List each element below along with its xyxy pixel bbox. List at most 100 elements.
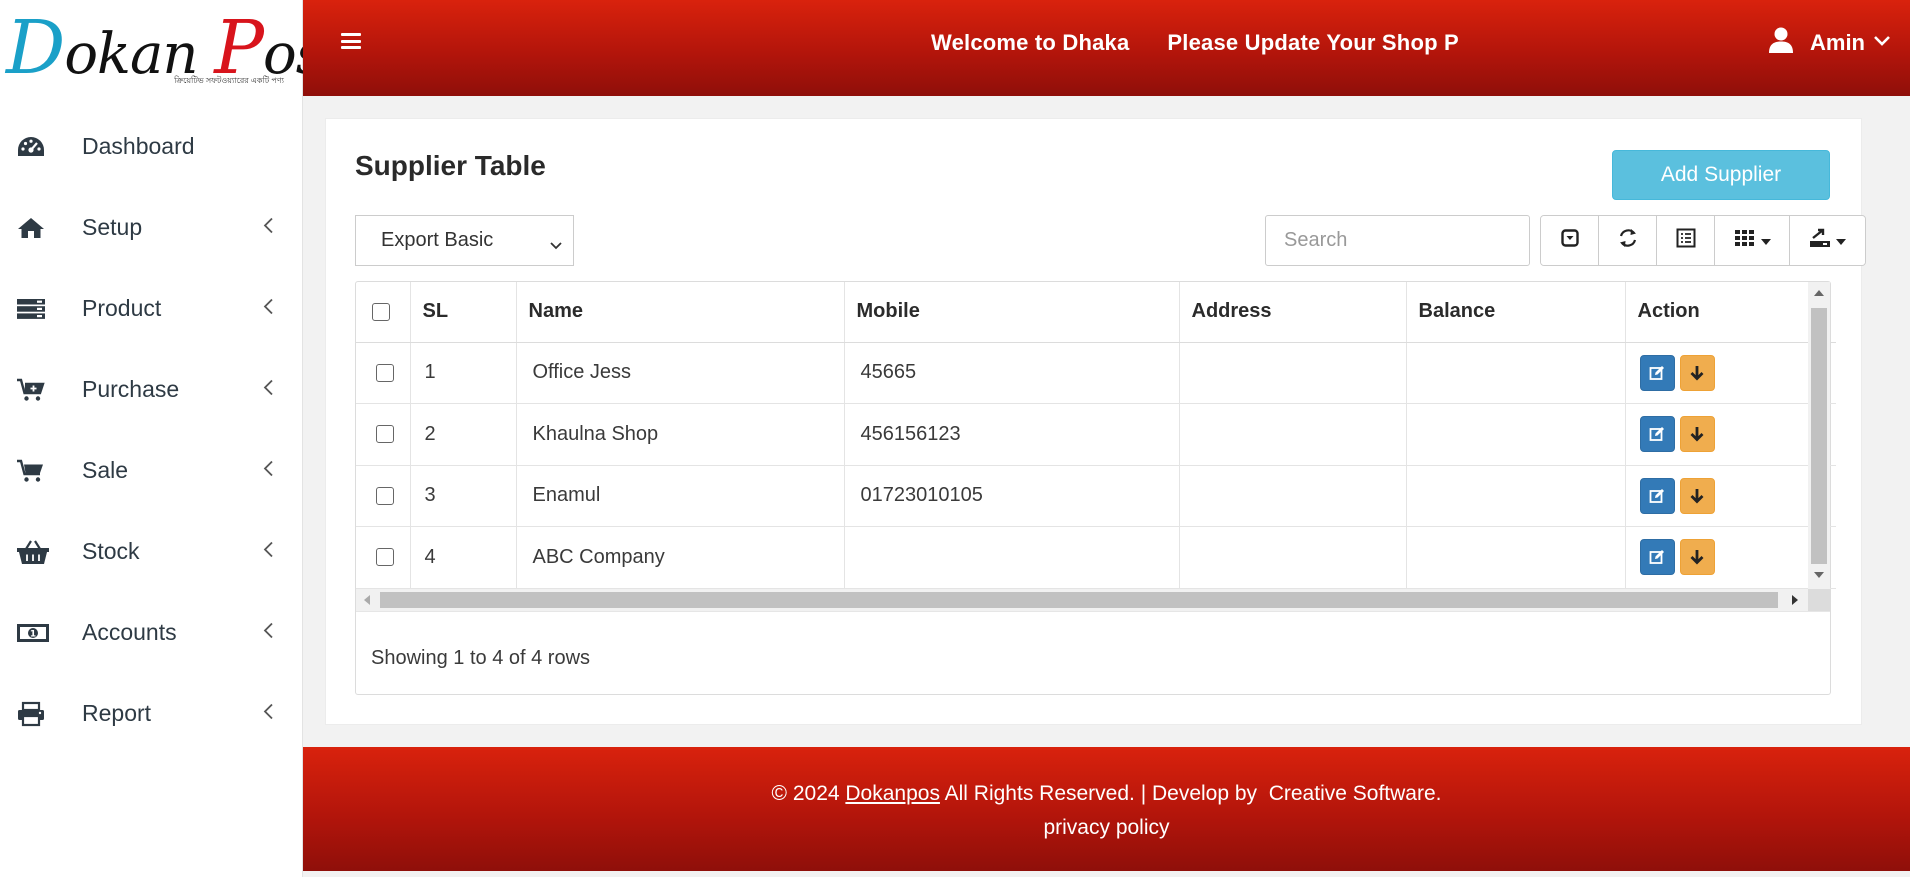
cell-action bbox=[1625, 526, 1836, 589]
chevron-left-icon bbox=[262, 378, 274, 401]
scroll-left-arrow-icon[interactable] bbox=[364, 595, 370, 605]
edit-button[interactable] bbox=[1639, 354, 1675, 391]
sidebar-item-label: Dashboard bbox=[82, 133, 195, 159]
edit-icon bbox=[1649, 365, 1664, 380]
add-supplier-button[interactable]: Add Supplier bbox=[1612, 150, 1830, 200]
sidebar-nav: Dashboard Setup Product Purchase Sale St… bbox=[0, 106, 302, 754]
download-button[interactable] bbox=[1679, 539, 1715, 576]
table-row: 1 Office Jess 45665 bbox=[356, 342, 1836, 404]
refresh-button[interactable] bbox=[1599, 216, 1657, 265]
sidebar-item-label: Sale bbox=[82, 457, 129, 483]
chevron-left-icon bbox=[262, 216, 274, 239]
marquee-message: Please Update Your Shop P bbox=[1167, 30, 1459, 55]
column-header-balance[interactable]: Balance bbox=[1406, 282, 1626, 343]
table-header-row: SL Name Mobile Address Balance Action bbox=[356, 282, 1836, 343]
table-divider bbox=[356, 611, 1830, 612]
cell-action bbox=[1625, 465, 1836, 527]
refresh-icon bbox=[1617, 227, 1639, 254]
scroll-right-arrow-icon[interactable] bbox=[1792, 595, 1798, 605]
cart-icon bbox=[16, 456, 52, 486]
sidebar-item-purchase[interactable]: Purchase bbox=[0, 349, 302, 430]
marquee-message: Welcome to Dhaka bbox=[931, 30, 1130, 55]
row-checkbox[interactable] bbox=[376, 486, 394, 505]
server-icon bbox=[16, 294, 52, 324]
table-row: 4 ABC Company bbox=[356, 526, 1836, 589]
sidebar-item-stock[interactable]: Stock bbox=[0, 511, 302, 592]
cell-action bbox=[1625, 403, 1836, 466]
cell-balance bbox=[1406, 342, 1626, 404]
column-header-mobile[interactable]: Mobile bbox=[844, 282, 1180, 343]
hamburger-menu-icon[interactable] bbox=[341, 33, 361, 49]
privacy-policy-link[interactable]: privacy policy bbox=[1043, 816, 1169, 839]
select-all-checkbox[interactable] bbox=[372, 302, 390, 321]
caret-square-down-icon bbox=[1560, 229, 1579, 252]
edit-icon bbox=[1649, 488, 1664, 503]
basket-icon bbox=[16, 537, 52, 567]
search-input[interactable] bbox=[1265, 215, 1530, 266]
sidebar-item-report[interactable]: Report bbox=[0, 673, 302, 754]
toggle-view-button[interactable] bbox=[1657, 216, 1715, 265]
chevron-down-icon bbox=[1873, 34, 1891, 52]
column-header-sl[interactable]: SL bbox=[410, 282, 517, 343]
columns-dropdown-button[interactable] bbox=[1715, 216, 1790, 265]
row-checkbox[interactable] bbox=[376, 425, 394, 444]
sidebar-item-label: Purchase bbox=[82, 376, 180, 402]
logo-text: Dokan Pos bbox=[6, 11, 325, 85]
chevron-down-icon bbox=[549, 234, 563, 257]
arrow-down-icon bbox=[1690, 427, 1704, 442]
vertical-scrollbar[interactable] bbox=[1808, 282, 1830, 589]
caret-down-icon bbox=[1760, 232, 1771, 250]
edit-icon bbox=[1649, 550, 1664, 565]
list-alt-icon bbox=[1676, 228, 1696, 253]
sidebar-item-sale[interactable]: Sale bbox=[0, 430, 302, 511]
cell-sl: 3 bbox=[410, 465, 517, 527]
cell-address bbox=[1179, 403, 1407, 466]
edit-button[interactable] bbox=[1639, 477, 1675, 514]
footer-privacy: privacy policy bbox=[303, 816, 1910, 840]
download-button[interactable] bbox=[1679, 354, 1715, 391]
table-row: 3 Enamul 01723010105 bbox=[356, 465, 1836, 527]
sidebar-item-label: Report bbox=[82, 700, 152, 726]
dokanpos-link[interactable]: Dokanpos bbox=[845, 782, 940, 805]
export-dropdown-button[interactable] bbox=[1790, 216, 1865, 265]
cart-plus-icon bbox=[16, 375, 52, 405]
announcement-marquee: Welcome to Dhaka Please Update Your Shop … bbox=[931, 30, 1461, 64]
scroll-down-arrow-icon[interactable] bbox=[1814, 572, 1824, 578]
logo[interactable]: Dokan Pos ক্রিয়েটিভ সফটওয়্যারের একটি প… bbox=[0, 0, 325, 96]
arrow-down-icon bbox=[1690, 365, 1704, 381]
row-checkbox[interactable] bbox=[376, 363, 394, 382]
user-icon bbox=[1768, 26, 1794, 59]
horizontal-scroll-thumb[interactable] bbox=[380, 592, 1778, 608]
edit-button[interactable] bbox=[1639, 539, 1675, 576]
download-button[interactable] bbox=[1679, 477, 1715, 514]
cell-name: ABC Company bbox=[516, 526, 845, 589]
column-header-name[interactable]: Name bbox=[516, 282, 845, 343]
sidebar: Dokan Pos ক্রিয়েটিভ সফটওয়্যারের একটি প… bbox=[0, 0, 325, 877]
sidebar-item-accounts[interactable]: 1 Accounts bbox=[0, 592, 302, 673]
sidebar-item-setup[interactable]: Setup bbox=[0, 187, 302, 268]
export-download-icon bbox=[1809, 228, 1831, 253]
table-toolbar bbox=[1540, 215, 1866, 266]
edit-button[interactable] bbox=[1639, 416, 1675, 453]
column-header-action: Action bbox=[1625, 282, 1836, 343]
scroll-up-arrow-icon[interactable] bbox=[1814, 290, 1824, 296]
user-menu[interactable]: Amin bbox=[1768, 26, 1891, 59]
export-select[interactable]: Export Basic bbox=[355, 215, 574, 266]
chevron-left-icon bbox=[262, 621, 274, 644]
column-header-address[interactable]: Address bbox=[1179, 282, 1407, 343]
logo-letter-d: D bbox=[6, 5, 65, 91]
sidebar-item-dashboard[interactable]: Dashboard bbox=[0, 106, 302, 187]
cell-name: Khaulna Shop bbox=[516, 403, 845, 466]
cell-balance bbox=[1406, 465, 1626, 527]
row-checkbox[interactable] bbox=[376, 548, 394, 567]
row-select-cell bbox=[356, 342, 411, 404]
vertical-scroll-thumb[interactable] bbox=[1811, 308, 1827, 564]
toggle-pagination-button[interactable] bbox=[1541, 216, 1599, 265]
export-select-value: Export Basic bbox=[381, 229, 494, 251]
cell-name: Office Jess bbox=[516, 342, 845, 404]
cell-mobile: 456156123 bbox=[844, 403, 1180, 466]
download-button[interactable] bbox=[1679, 416, 1715, 453]
horizontal-scrollbar[interactable] bbox=[356, 589, 1808, 611]
sidebar-item-product[interactable]: Product bbox=[0, 268, 302, 349]
cell-mobile: 01723010105 bbox=[844, 465, 1180, 527]
